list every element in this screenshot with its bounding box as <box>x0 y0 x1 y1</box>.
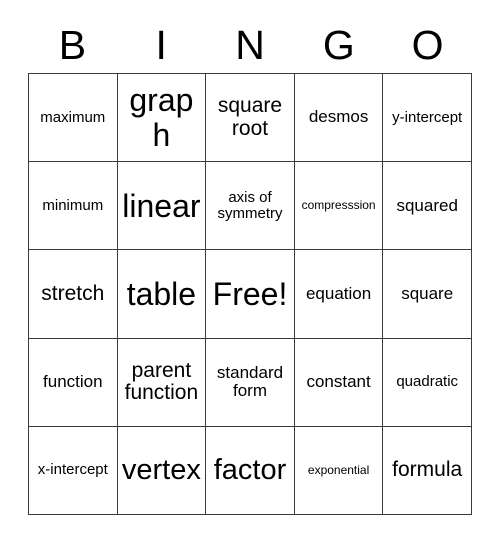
bingo-cell[interactable]: minimum <box>29 162 118 251</box>
bingo-cell[interactable]: factor <box>206 426 295 515</box>
bingo-cell[interactable]: exponential <box>294 426 384 515</box>
bingo-cell-label: function <box>43 372 103 392</box>
bingo-cell[interactable]: Free! <box>206 250 295 339</box>
bingo-cell[interactable]: axis of symmetry <box>206 162 295 251</box>
bingo-cell-label: equation <box>305 283 372 303</box>
bingo-cell-label: Free! <box>212 275 288 312</box>
bingo-cell[interactable]: table <box>117 250 207 339</box>
header-letter-b: B <box>58 22 87 68</box>
bingo-cell-label: table <box>126 275 197 312</box>
bingo-cell[interactable]: x-intercept <box>29 426 118 515</box>
bingo-header: B I N G O <box>28 18 472 73</box>
bingo-cell-label: vertex <box>121 453 201 486</box>
header-letter-i: I <box>155 22 167 68</box>
bingo-cell[interactable]: constant <box>294 338 384 427</box>
bingo-cell-label: factor <box>213 453 287 486</box>
bingo-cell-label: exponential <box>307 462 370 477</box>
bingo-cell[interactable]: quadratic <box>383 338 472 427</box>
bingo-cell[interactable]: stretch <box>29 250 118 339</box>
bingo-cell[interactable]: vertex <box>117 426 207 515</box>
bingo-cell-label: compresssion <box>301 198 376 213</box>
bingo-cell-label: graph <box>129 82 194 153</box>
bingo-grid: maximum graph square root desmos y-intercept… <box>28 73 472 515</box>
bingo-cell-label: squared <box>396 195 458 215</box>
bingo-cell[interactable]: maximum <box>29 74 118 163</box>
bingo-cell[interactable]: function <box>29 338 118 427</box>
bingo-cell-label: y-intercept <box>392 108 463 126</box>
bingo-cell[interactable]: compresssion <box>294 162 384 251</box>
bingo-cell[interactable]: linear <box>117 162 207 251</box>
bingo-cell[interactable]: standard form <box>206 338 295 427</box>
bingo-cell[interactable]: desmos <box>294 74 384 163</box>
bingo-cell[interactable]: square <box>383 250 472 339</box>
bingo-cell-label: linear <box>122 187 201 224</box>
header-letter-o: O <box>411 22 444 68</box>
bingo-cell[interactable]: square root <box>206 74 295 163</box>
bingo-cell-label: formula <box>392 458 463 482</box>
bingo-cell-label: parent function <box>124 358 199 405</box>
bingo-cell[interactable]: squared <box>383 162 472 251</box>
bingo-cell-label: desmos <box>308 107 369 127</box>
bingo-cell-label: square <box>401 283 454 303</box>
bingo-cell[interactable]: equation <box>294 250 384 339</box>
bingo-cell-label: minimum <box>42 196 104 214</box>
bingo-card: B I N G O maximum graph square root desmos y… <box>0 0 500 544</box>
bingo-cell-label: stretch <box>41 281 105 305</box>
bingo-cell[interactable]: formula <box>383 426 472 515</box>
bingo-cell-label: maximum <box>40 108 106 126</box>
bingo-cell-label: quadratic <box>396 373 459 391</box>
bingo-cell[interactable]: parent function <box>117 338 207 427</box>
bingo-cell-label: standard form <box>216 362 284 401</box>
bingo-cell[interactable]: graph <box>117 74 207 163</box>
bingo-cell-label: constant <box>306 372 371 392</box>
bingo-cell-label: x-intercept <box>37 461 108 479</box>
header-letter-n: N <box>235 22 265 68</box>
header-letter-g: G <box>322 22 355 68</box>
bingo-cell-label: axis of symmetry <box>217 188 283 222</box>
bingo-cell[interactable]: y-intercept <box>383 74 472 163</box>
bingo-cell-label: square root <box>217 93 283 140</box>
